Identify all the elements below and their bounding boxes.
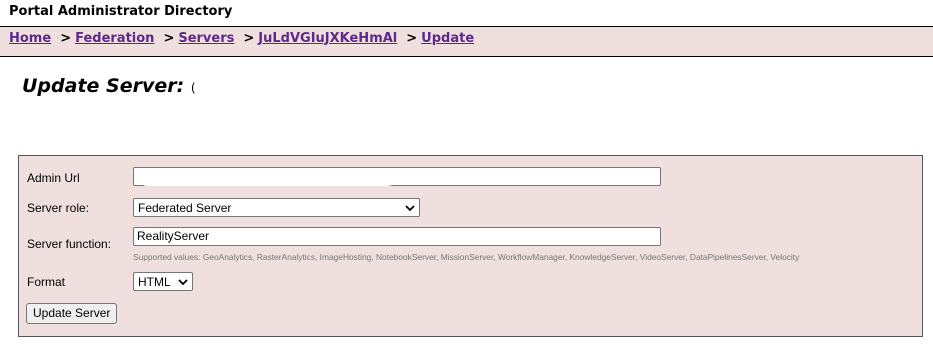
breadcrumb-separator: >: [406, 31, 418, 46]
server-role-select[interactable]: Federated Server: [133, 198, 420, 217]
update-server-button[interactable]: Update Server: [26, 303, 118, 324]
breadcrumb-separator: >: [60, 31, 72, 46]
server-role-selected: Federated Server: [138, 200, 232, 215]
server-function-input[interactable]: RealityServer: [133, 227, 661, 246]
admin-url-input[interactable]: [133, 167, 661, 186]
header-title: Portal Administrator Directory: [9, 4, 233, 19]
server-function-label: Server function:: [27, 237, 112, 251]
breadcrumb-federation-link[interactable]: Federation: [75, 31, 154, 46]
breadcrumb: Home > Federation > Servers > JuLdVGIuJXKeHmAl…: [0, 26, 933, 57]
redacted-value: [140, 172, 395, 186]
format-select[interactable]: HTML: [133, 272, 193, 291]
breadcrumb-server-id-link[interactable]: JuLdVGIuJXKeHmAl: [258, 31, 397, 46]
breadcrumb-separator: >: [163, 31, 175, 46]
server-role-label: Server role:: [27, 201, 90, 215]
page-title-text: Update Server:: [22, 75, 185, 97]
breadcrumb-servers-link[interactable]: Servers: [178, 31, 234, 46]
breadcrumb-home-link[interactable]: Home: [9, 31, 51, 46]
update-server-form: Admin Url Server role: Federated Server …: [18, 155, 923, 337]
admin-url-label: Admin Url: [27, 171, 80, 185]
page-title-suffix: (: [190, 81, 196, 95]
breadcrumb-separator: >: [243, 31, 255, 46]
chevron-down-icon: [405, 204, 415, 211]
server-function-hint: Supported values: GeoAnalytics, RasterAn…: [133, 252, 800, 262]
chevron-down-icon: [178, 278, 188, 285]
format-label: Format: [27, 275, 66, 289]
format-selected: HTML: [138, 274, 171, 289]
page-title: Update Server: (: [22, 75, 196, 97]
breadcrumb-update-link[interactable]: Update: [421, 31, 474, 46]
